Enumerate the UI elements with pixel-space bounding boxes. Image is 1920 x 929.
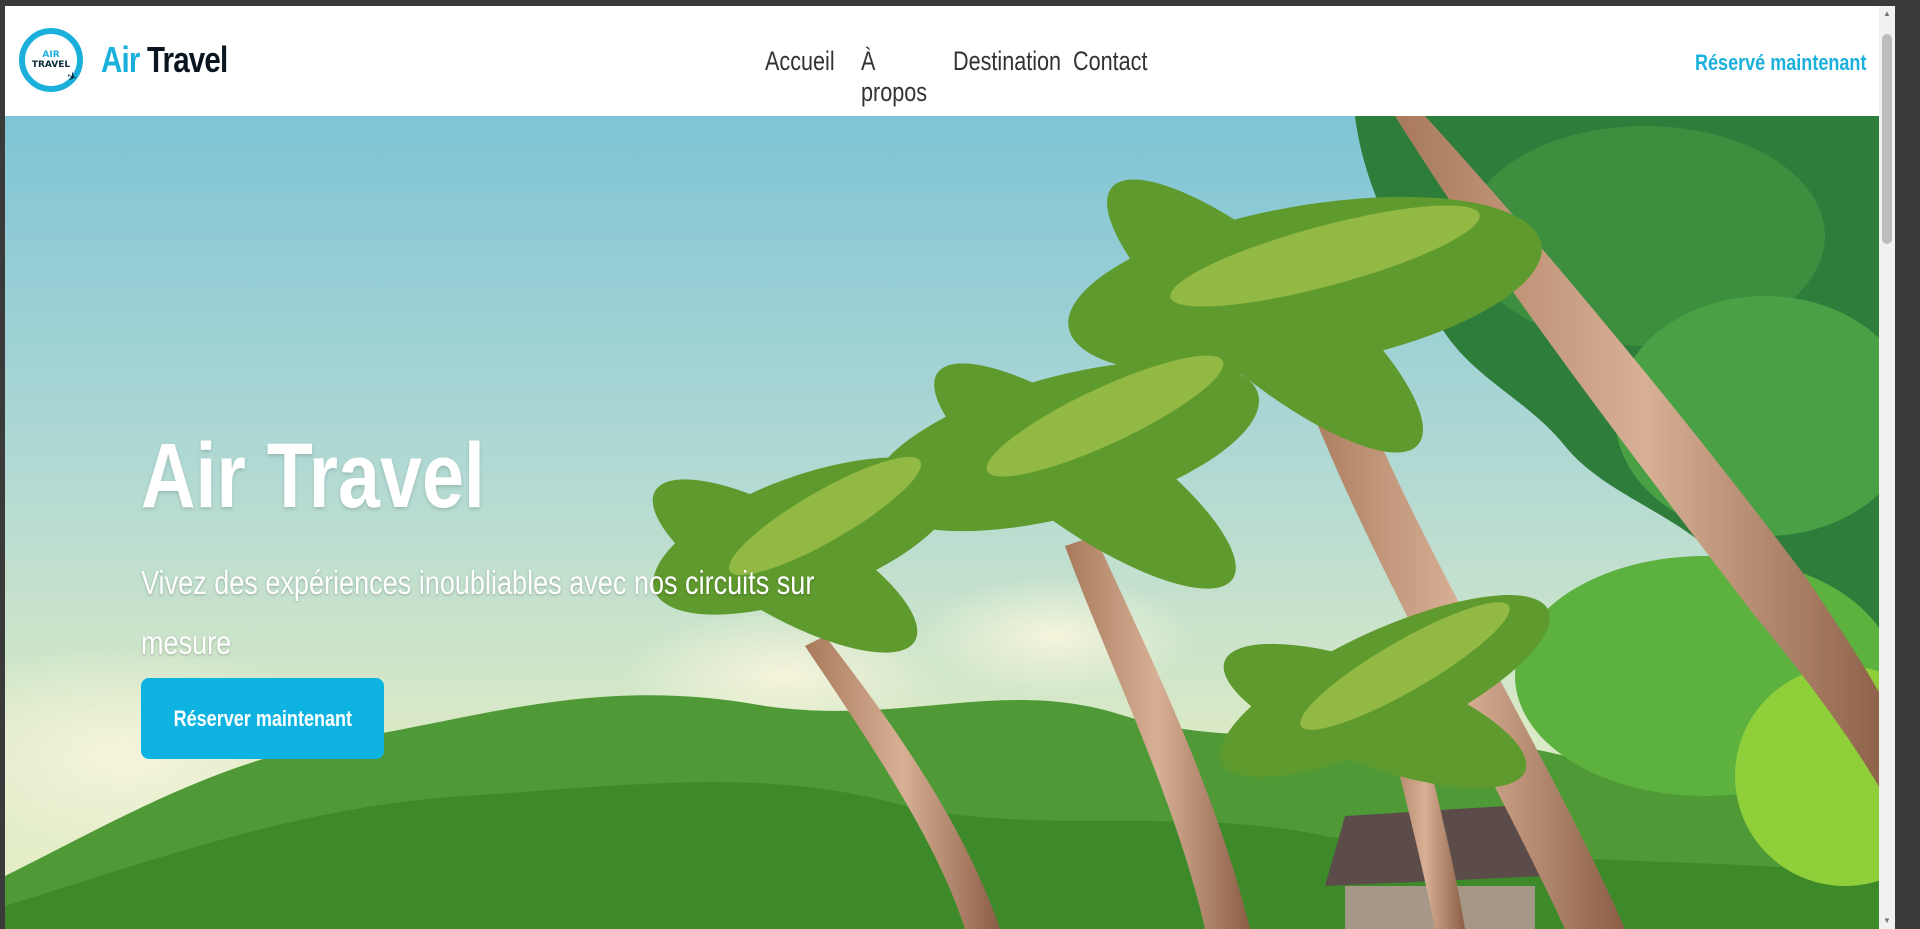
browser-viewport: AIR TRAVEL ✈ Air Travel Accueil À propos… [5, 6, 1895, 929]
logo-text-line2: TRAVEL [31, 60, 71, 70]
plane-icon: ✈ [64, 68, 80, 86]
nav-item-destination-wrap: Destination [953, 46, 1079, 108]
nav-item-contact-wrap: Contact [1073, 46, 1163, 108]
scroll-up-icon[interactable]: ▲ [1879, 6, 1895, 22]
scrollbar-thumb[interactable] [1882, 34, 1892, 244]
brand-name-part2: Travel [146, 39, 228, 80]
vertical-scrollbar[interactable]: ▲ ▼ [1879, 6, 1895, 929]
nav-item-accueil-wrap: Accueil [765, 46, 853, 108]
brand-name-part1: Air [101, 39, 140, 80]
main-nav: Accueil À propos Destination Contact [765, 46, 1163, 108]
hero-reserve-button[interactable]: Réserver maintenant [141, 678, 384, 759]
logo[interactable]: AIR TRAVEL ✈ Air Travel [19, 28, 255, 92]
brand-name: Air Travel [101, 39, 228, 81]
header-reserve-link[interactable]: Réservé maintenant [1695, 50, 1866, 76]
nav-item-contact[interactable]: Contact [1073, 46, 1147, 77]
hero-title: Air Travel [141, 425, 485, 527]
nav-item-destination[interactable]: Destination [953, 46, 1061, 77]
scroll-down-icon[interactable]: ▼ [1879, 913, 1895, 929]
hero-section: Air Travel Vivez des expériences inoubli… [5, 116, 1895, 929]
nav-item-a-propos[interactable]: À propos [861, 46, 944, 108]
site-header: AIR TRAVEL ✈ Air Travel Accueil À propos… [5, 6, 1895, 116]
hero-reserve-button-label: Réserver maintenant [173, 705, 352, 731]
hero-content: Air Travel Vivez des expériences inoubli… [141, 424, 861, 673]
logo-badge: AIR TRAVEL ✈ [19, 28, 83, 92]
logo-text-line1: AIR [42, 50, 60, 60]
nav-item-apropos-wrap: À propos [861, 46, 965, 108]
hero-subtitle: Vivez des expériences inoubliables avec … [141, 564, 815, 661]
nav-item-accueil[interactable]: Accueil [765, 46, 835, 77]
